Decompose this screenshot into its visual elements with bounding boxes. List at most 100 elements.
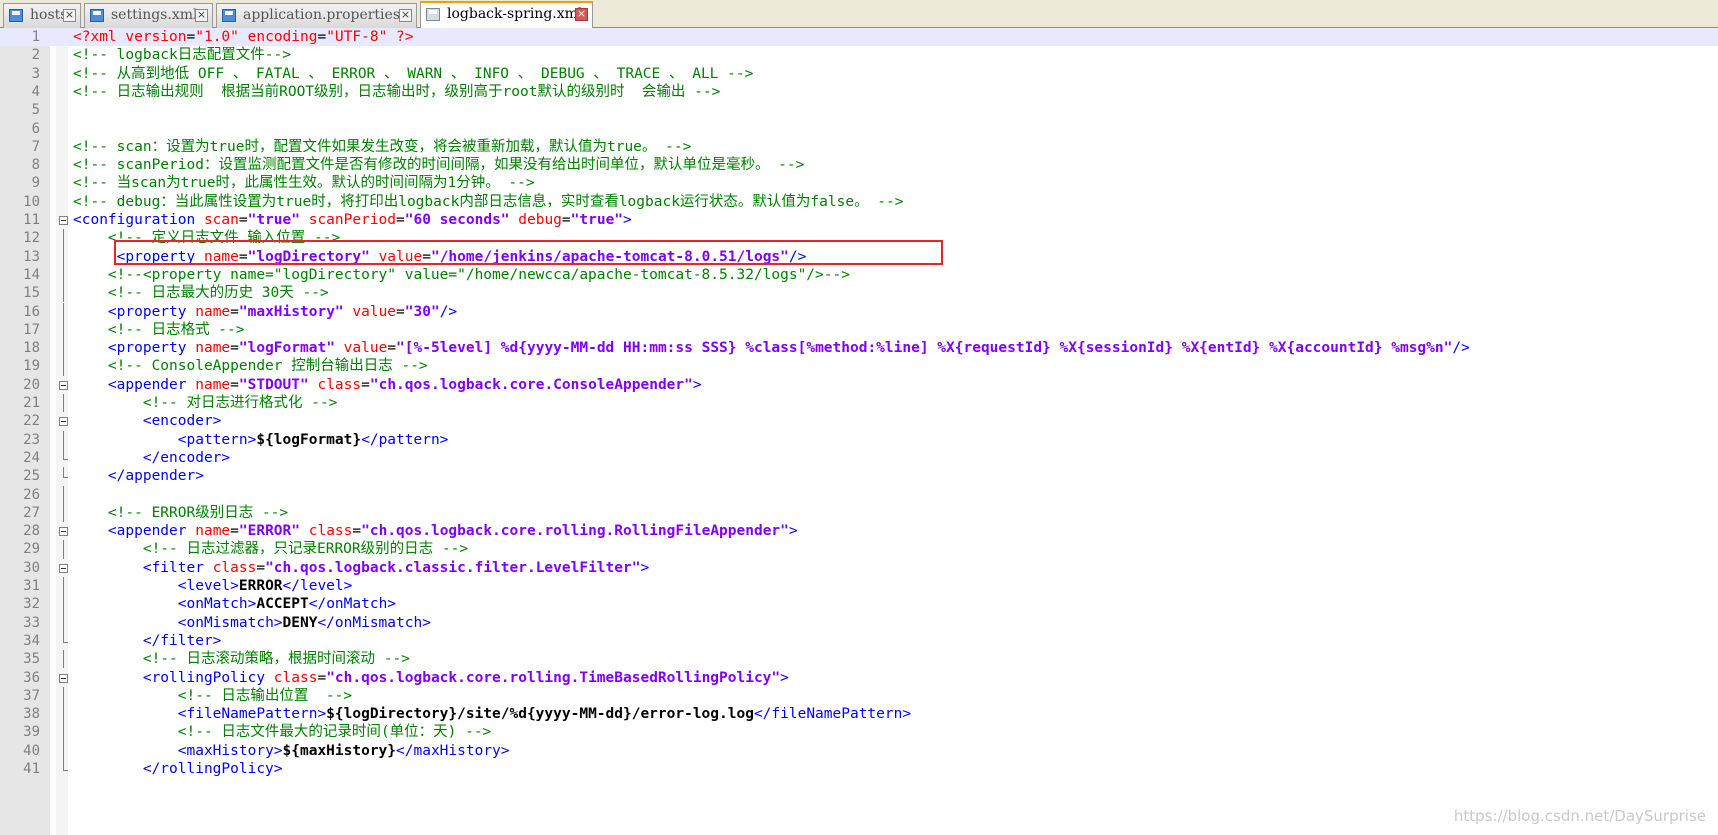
code-line[interactable]: 21 <!-- 对日志进行格式化 -->: [0, 394, 1718, 413]
code-line[interactable]: 40 <maxHistory>${maxHistory}</maxHistory…: [0, 741, 1718, 760]
token-pi: "UTF-8" ?>: [326, 29, 414, 45]
token-attr: value: [352, 303, 397, 320]
fold-guide: [63, 339, 64, 358]
code-line[interactable]: 36 <rollingPolicy class="ch.qos.logback.…: [0, 669, 1718, 687]
code-line[interactable]: 19 <!-- ConsoleAppender 控制台输出日志 -->: [0, 357, 1718, 376]
tab-label: settings.xml: [111, 7, 198, 23]
fold-minus-icon[interactable]: [59, 417, 68, 427]
code-line[interactable]: 2 <!-- logback日志配置文件-->: [0, 46, 1718, 64]
line-number: 39: [23, 724, 40, 741]
token-cm: <!-- 日志最大的历史 30天 -->: [107, 285, 329, 302]
code-line[interactable]: 16 <property name="maxHistory" value="30…: [0, 302, 1718, 321]
token-attr: scan: [203, 212, 239, 228]
token-tag: </fileNamePattern>: [753, 706, 912, 723]
token-eq: =: [230, 303, 239, 320]
token-ws: [73, 523, 108, 539]
token-tag: <encoder>: [142, 413, 222, 430]
tab-3[interactable]: logback-spring.xml ×: [420, 1, 593, 29]
code-line[interactable]: 35 <!-- 日志滚动策略，根据时间滚动 -->: [0, 650, 1718, 669]
code-line[interactable]: 27 <!-- ERROR级别日志 -->: [0, 503, 1718, 523]
code-line[interactable]: 24 </encoder>: [0, 448, 1718, 467]
fold-minus-icon[interactable]: [59, 216, 68, 225]
code-text: <!-- ConsoleAppender 控制台输出日志 -->: [73, 357, 428, 375]
fold-guide: [63, 430, 64, 449]
token-ws: [73, 706, 178, 722]
code-line[interactable]: 37 <!-- 日志输出位置 -->: [0, 686, 1718, 706]
token-attr: version: [125, 29, 187, 45]
tab-1[interactable]: settings.xml ×: [84, 3, 213, 28]
fold-minus-icon[interactable]: [59, 673, 68, 683]
code-text: <appender name="ERROR" class="ch.qos.log…: [73, 522, 798, 540]
fold-minus-icon[interactable]: [59, 527, 68, 537]
tab-label: application.properties: [243, 7, 401, 23]
code-text: <!-- ERROR级别日志 -->: [73, 504, 288, 522]
token-val: "logFormat": [238, 340, 344, 357]
token-ws: [73, 285, 108, 301]
token-txt: ${maxHistory}: [282, 742, 397, 759]
token-val: "true": [247, 212, 309, 228]
code-line[interactable]: 33 <onMismatch>DENY</onMismatch>: [0, 613, 1718, 632]
token-cm: <!-- 对日志进行格式化 -->: [142, 395, 338, 411]
code-editor[interactable]: 1 <?xml version="1.0" encoding="UTF-8" ?>…: [0, 28, 1718, 835]
code-line[interactable]: 38 <fileNamePattern>${logDirectory}/site…: [0, 705, 1718, 724]
code-line[interactable]: 14 <!--<property name="logDirectory" val…: [0, 265, 1718, 285]
line-number: 26: [23, 486, 40, 503]
token-attr: name: [195, 376, 231, 393]
close-icon[interactable]: ×: [399, 9, 412, 22]
fold-minus-icon[interactable]: [59, 563, 68, 573]
code-line[interactable]: 23 <pattern>${logFormat}</pattern>: [0, 430, 1718, 449]
token-ws: [73, 322, 108, 338]
token-tag: >: [623, 212, 632, 228]
code-text: </filter>: [73, 632, 222, 650]
code-line[interactable]: 31 <level>ERROR</level>: [0, 577, 1718, 596]
code-line[interactable]: 3 <!-- 从高到地低 OFF 、 FATAL 、 ERROR 、 WARN 、…: [0, 65, 1718, 83]
token-cm: <!-- logback日志配置文件-->: [73, 47, 291, 64]
code-line[interactable]: 28 <appender name="ERROR" class="ch.qos.…: [0, 522, 1718, 540]
code-line[interactable]: 39 <!-- 日志文件最大的记录时间(单位：天) -->: [0, 723, 1718, 742]
token-ws: [73, 413, 143, 429]
token-attr: class: [308, 523, 353, 540]
code-line[interactable]: 4 <!-- 日志输出规则 根据当前ROOT级别，日志输出时，级别高于root默认…: [0, 83, 1718, 101]
code-text: </rollingPolicy>: [73, 760, 283, 778]
code-text: </encoder>: [73, 449, 230, 467]
line-number: 29: [23, 541, 40, 558]
token-tag: />: [439, 303, 458, 320]
code-line[interactable]: 8 <!-- scanPeriod：设置监测配置文件是否有修改的时间间隔，如果没有…: [0, 156, 1718, 174]
code-line[interactable]: 17 <!-- 日志格式 -->: [0, 320, 1718, 340]
token-tag: </encoder>: [142, 449, 231, 466]
token-tag: <level>: [177, 578, 239, 594]
code-line[interactable]: 15 <!-- 日志最大的历史 30天 -->: [0, 284, 1718, 303]
code-line[interactable]: 32 <onMatch>ACCEPT</onMatch>: [0, 595, 1718, 614]
code-line[interactable]: 34 </filter>: [0, 631, 1718, 650]
code-line[interactable]: 30 <filter class="ch.qos.logback.classic…: [0, 559, 1718, 577]
token-ws: [73, 505, 108, 521]
close-icon[interactable]: ×: [195, 9, 208, 22]
line-number: 13: [23, 248, 40, 265]
code-line[interactable]: 22 <encoder>: [0, 412, 1718, 430]
code-line[interactable]: 18 <property name="logFormat" value="[%-…: [0, 339, 1718, 358]
token-tag: <fileNamePattern>: [177, 706, 327, 723]
code-line[interactable]: 1 <?xml version="1.0" encoding="UTF-8" ?>: [0, 28, 1718, 47]
token-attr: class: [273, 669, 318, 686]
code-line[interactable]: 29 <!-- 日志过滤器，只记录ERROR级别的日志 -->: [0, 540, 1718, 559]
token-eq: =: [396, 303, 405, 320]
code-line[interactable]: 11 <configuration scan="true" scanPeriod=…: [0, 211, 1718, 229]
close-icon[interactable]: ×: [575, 8, 588, 21]
code-line[interactable]: 6: [0, 120, 1718, 138]
code-line[interactable]: 25 </appender>: [0, 467, 1718, 485]
code-line[interactable]: 9 <!-- 当scan为true时，此属性生效。默认的时间间隔为1分钟。 -->: [0, 174, 1718, 192]
code-line[interactable]: 26: [0, 485, 1718, 504]
code-line[interactable]: 41 </rollingPolicy>: [0, 760, 1718, 778]
code-line[interactable]: 10 <!-- debug：当此属性设置为true时，将打印出logback内部日…: [0, 193, 1718, 211]
fold-minus-icon[interactable]: [59, 380, 68, 390]
token-ws: [73, 724, 178, 740]
token-eq: =: [396, 212, 405, 228]
tab-2[interactable]: application.properties ×: [216, 3, 417, 28]
token-cm: <!-- ERROR级别日志 -->: [107, 504, 289, 521]
close-icon[interactable]: ×: [63, 9, 76, 22]
code-line[interactable]: 7 <!-- scan：设置为true时，配置文件如果发生改变，将会被重新加载，默…: [0, 138, 1718, 156]
code-line[interactable]: 5: [0, 101, 1718, 119]
token-eq: =: [256, 559, 266, 576]
tab-0[interactable]: hosts ×: [3, 3, 81, 28]
code-line[interactable]: 20 <appender name="STDOUT" class="ch.qos…: [0, 376, 1718, 394]
